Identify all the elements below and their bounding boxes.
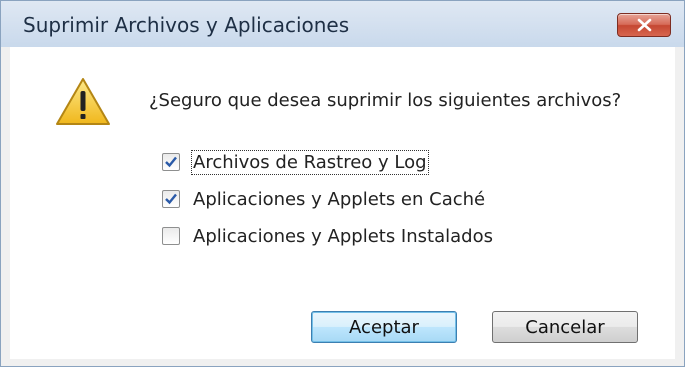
checkbox-label: Aplicaciones y Applets en Caché	[193, 188, 486, 210]
confirmation-question: ¿Seguro que desea suprimir los siguiente…	[149, 90, 622, 111]
accept-button[interactable]: Aceptar	[311, 311, 457, 343]
checkbox-installed-apps[interactable]	[162, 227, 180, 245]
dialog-content: ¿Seguro que desea suprimir los siguiente…	[10, 47, 675, 359]
checkbox-label: Archivos de Rastreo y Log	[191, 149, 429, 175]
checkbox-label: Aplicaciones y Applets Instalados	[193, 225, 493, 247]
dialog-body: ¿Seguro que desea suprimir los siguiente…	[10, 47, 675, 359]
title-bar[interactable]: Suprimir Archivos y Aplicaciones	[1, 1, 684, 47]
checkbox-cached-apps[interactable]	[162, 190, 180, 208]
dialog-window: Suprimir Archivos y Aplicaciones ¿Seguro	[0, 0, 685, 367]
option-cached-apps[interactable]: Aplicaciones y Applets en Caché	[162, 187, 485, 211]
option-trace-log-files[interactable]: Archivos de Rastreo y Log	[162, 149, 429, 175]
cancel-button[interactable]: Cancelar	[492, 311, 638, 343]
checkbox-trace-log-files[interactable]	[162, 153, 180, 171]
option-installed-apps[interactable]: Aplicaciones y Applets Instalados	[162, 224, 493, 248]
checkmark-icon	[165, 193, 177, 205]
checkmark-icon	[165, 156, 177, 168]
close-button[interactable]	[617, 13, 671, 37]
close-x-icon	[637, 18, 652, 32]
window-title: Suprimir Archivos y Aplicaciones	[23, 13, 350, 37]
warning-icon	[56, 78, 110, 125]
